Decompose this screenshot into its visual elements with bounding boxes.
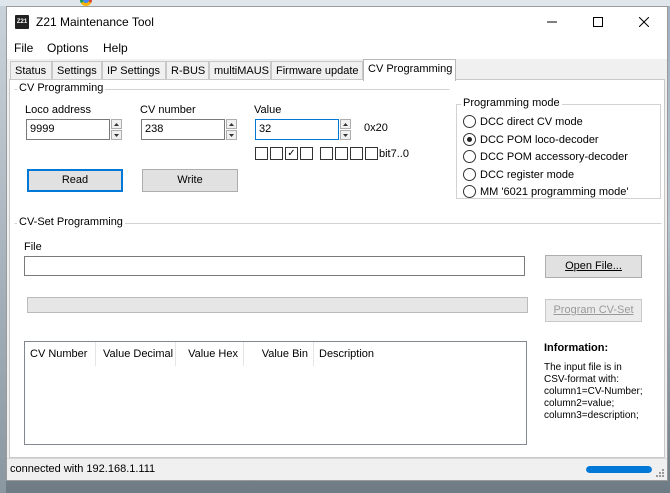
read-button[interactable]: Read <box>27 169 123 192</box>
column-header-description[interactable]: Description <box>314 342 414 366</box>
programming-mode-option-label[interactable]: DCC POM accessory-decoder <box>480 151 628 163</box>
column-header-cv-number[interactable]: CV Number <box>25 342 96 366</box>
resize-grip-icon[interactable] <box>655 468 665 478</box>
window-title: Z21 Maintenance Tool <box>36 15 154 29</box>
tab-firmware-update[interactable]: Firmware update <box>271 61 363 80</box>
bit-6-checkbox[interactable] <box>270 147 283 160</box>
bit-0-checkbox[interactable] <box>365 147 378 160</box>
spin-up-icon[interactable] <box>226 119 237 129</box>
app-window: Z21 Z21 Maintenance Tool File Options He… <box>6 6 668 481</box>
loco-address-spinner[interactable] <box>111 119 122 140</box>
close-button[interactable] <box>621 7 667 37</box>
programming-mode-radio-1[interactable] <box>463 115 476 128</box>
title-bar: Z21 Z21 Maintenance Tool <box>7 7 667 37</box>
programming-mode-option-label[interactable]: MM '6021 programming mode' <box>480 186 628 198</box>
cv-number-spinner[interactable] <box>226 119 237 140</box>
status-bar: connected with 192.168.1.111 <box>7 458 667 480</box>
information-text: The input file is in CSV-format with: co… <box>544 362 643 422</box>
programming-mode-radio-4[interactable] <box>463 167 476 181</box>
bit-1-checkbox[interactable] <box>350 147 363 160</box>
cv-set-programming-legend: CV-Set Programming <box>17 216 125 228</box>
spin-up-icon[interactable] <box>340 119 351 129</box>
cv-set-progress-bar <box>27 297 528 313</box>
information-title: Information: <box>544 342 609 354</box>
info-line: CSV-format with: <box>544 374 620 385</box>
value-spinner[interactable] <box>340 119 351 140</box>
bit-7-checkbox[interactable] <box>255 147 268 160</box>
write-button[interactable]: Write <box>142 169 238 192</box>
programming-mode-option-label[interactable]: DCC register mode <box>480 169 574 181</box>
spin-down-icon[interactable] <box>340 130 351 140</box>
z21-app-icon: Z21 <box>15 15 29 29</box>
maximize-icon <box>593 17 603 27</box>
open-file-label: Open File... <box>565 260 622 272</box>
programming-mode-radio-5[interactable] <box>463 185 476 198</box>
programming-mode-option-label[interactable]: DCC direct CV mode <box>480 116 583 128</box>
cv-programming-legend: CV Programming <box>17 82 106 94</box>
bit-checkboxes: ✓ <box>255 147 385 161</box>
menu-file[interactable]: File <box>14 41 33 55</box>
info-line: The input file is in <box>544 362 622 373</box>
bit-5-checkbox[interactable]: ✓ <box>285 147 298 160</box>
minimize-button[interactable] <box>529 7 575 37</box>
spin-down-icon[interactable] <box>226 130 237 140</box>
tab-r-bus[interactable]: R-BUS <box>166 61 209 80</box>
bits-label: bit7..0 <box>379 148 409 160</box>
maximize-button[interactable] <box>575 7 621 37</box>
programming-mode-radio-3[interactable] <box>463 150 476 163</box>
programming-mode-legend: Programming mode <box>461 97 562 109</box>
tab-status[interactable]: Status <box>10 61 52 80</box>
column-header-value-decimal[interactable]: Value Decimal <box>96 342 176 366</box>
value-label: Value <box>254 104 282 116</box>
cv-set-table[interactable]: CV Number Value Decimal Value Hex Value … <box>24 341 527 445</box>
menu-bar: File Options Help <box>7 37 667 59</box>
status-progress-bar <box>586 466 652 473</box>
column-header-value-bin[interactable]: Value Bin <box>244 342 314 366</box>
value-input[interactable]: 32 <box>255 119 339 140</box>
column-header-value-hex[interactable]: Value Hex <box>176 342 244 366</box>
loco-address-label: Loco address <box>25 104 92 116</box>
bit-4-checkbox[interactable] <box>300 147 313 160</box>
tab-strip: Status Settings IP Settings R-BUS multiM… <box>7 59 667 81</box>
programming-mode-option-label[interactable]: DCC POM loco-decoder <box>480 134 599 146</box>
minimize-icon <box>547 21 557 23</box>
file-label: File <box>24 241 42 253</box>
cv-number-label: CV number <box>140 104 196 116</box>
info-line: column2=value; <box>544 398 615 409</box>
info-line: column1=CV-Number; <box>544 386 643 397</box>
spin-down-icon[interactable] <box>111 130 122 140</box>
programming-mode-group: Programming mode DCC direct CV mode DCC P… <box>456 97 661 199</box>
menu-help[interactable]: Help <box>103 41 128 55</box>
loco-address-input[interactable]: 9999 <box>26 119 110 140</box>
tab-multimaus[interactable]: multiMAUS <box>209 61 271 80</box>
cv-number-input[interactable]: 238 <box>141 119 225 140</box>
radio-selected-dot <box>467 136 472 142</box>
tab-ip-settings[interactable]: IP Settings <box>102 61 166 80</box>
menu-options[interactable]: Options <box>47 41 88 55</box>
tab-cv-programming[interactable]: CV Programming <box>363 59 456 81</box>
status-progress-fill <box>586 466 652 473</box>
open-file-button[interactable]: Open File... <box>545 255 642 278</box>
bit-3-checkbox[interactable] <box>320 147 333 160</box>
connection-status: connected with 192.168.1.111 <box>10 463 156 475</box>
program-cv-set-button: Program CV-Set <box>545 299 642 322</box>
bit-2-checkbox[interactable] <box>335 147 348 160</box>
hex-value: 0x20 <box>364 122 388 134</box>
program-cv-set-label: Program CV-Set <box>553 304 634 316</box>
spin-up-icon[interactable] <box>111 119 122 129</box>
file-path-input[interactable] <box>24 256 525 276</box>
tab-settings[interactable]: Settings <box>52 61 102 80</box>
close-icon <box>639 17 649 27</box>
programming-mode-radio-2[interactable] <box>463 132 476 146</box>
cv-programming-panel: CV Programming Loco address 9999 CV numb… <box>9 79 665 458</box>
info-line: column3=description; <box>544 410 639 421</box>
